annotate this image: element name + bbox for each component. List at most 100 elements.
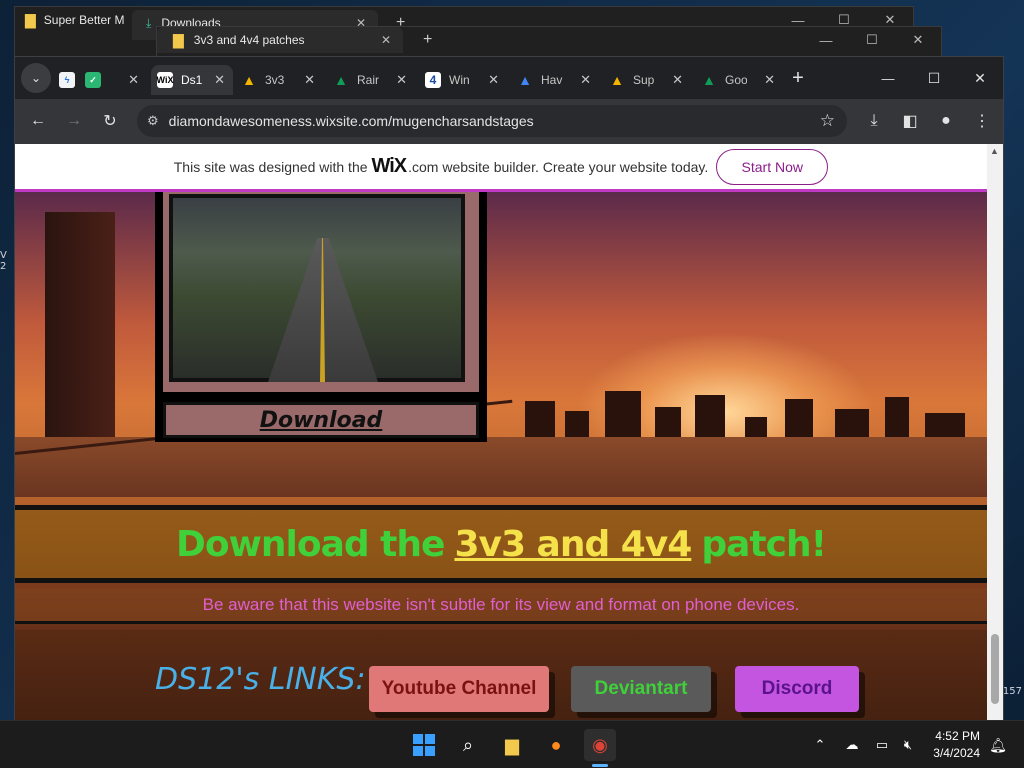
warning-text: Be aware that this website isn't subtle … [202, 594, 800, 614]
new-tab-button[interactable]: + [783, 63, 813, 93]
onedrive-icon[interactable]: ☁ [836, 729, 868, 761]
forward-arrow-icon[interactable]: → [59, 106, 89, 136]
firefox-icon[interactable]: ● [540, 729, 572, 761]
tab-search-button[interactable]: ⌄ [21, 63, 51, 93]
chrome-icon[interactable]: ◉ [584, 729, 616, 761]
tab-title: Ds1 [181, 73, 203, 87]
system-clock[interactable]: 4:52 PM 3/4/2024 [933, 728, 980, 762]
close-tab-icon[interactable]: ✕ [672, 72, 683, 88]
side-panel-icon[interactable]: ◧ [895, 106, 925, 136]
minimize-button[interactable]: — [803, 27, 849, 53]
download-icon[interactable]: ⤓ [859, 106, 889, 136]
links-section: DS12's LINKS: Youtube Channel Deviantart… [15, 630, 987, 720]
close-button[interactable]: ✕ [965, 63, 995, 93]
checkmark-icon: ✓ [85, 72, 101, 88]
notification-bell-icon[interactable]: 🔔︎ [982, 729, 1014, 761]
close-tab-icon[interactable]: ✕ [580, 72, 591, 88]
links-label: DS12's LINKS: [155, 662, 366, 697]
browser-window: ⌄ ϟ ✓ ✕ WiX Ds1 ✕ ▲ 3v3 ✕ ▲ Rair ✕ 4 Win… [14, 56, 1004, 720]
clock-date: 3/4/2024 [933, 746, 980, 760]
hero-background: Download Download the 3v3 and 4v4 patch!… [15, 192, 987, 720]
reload-icon[interactable]: ↻ [95, 106, 125, 136]
active-app-indicator [592, 764, 608, 767]
bookmark-star-icon[interactable]: ☆ [820, 111, 835, 131]
desktop-edge-text: V 2 [0, 250, 7, 272]
url-text: diamondawesomeness.wixsite.com/mugenchar… [168, 113, 534, 129]
back-arrow-icon[interactable]: ← [23, 106, 53, 136]
tower-silhouette [45, 212, 115, 452]
wix-banner: This site was designed with the WiX .com… [15, 144, 987, 192]
search-icon[interactable]: ⌕ [452, 729, 484, 761]
download-link[interactable]: Download [260, 408, 383, 433]
tab-7[interactable]: ▲ Goo ✕ [701, 65, 783, 95]
bridge-road [15, 437, 987, 497]
tab-4[interactable]: 4 Win ✕ [425, 65, 507, 95]
stage-preview-image[interactable] [169, 194, 465, 382]
scrollbar-thumb[interactable] [991, 634, 999, 704]
scrollbar[interactable]: ▲ [987, 144, 1003, 720]
close-button[interactable]: ✕ [895, 27, 941, 53]
tab-title: Goo [725, 73, 747, 87]
wixstats-icon: ϟ [59, 72, 75, 88]
minimize-button[interactable]: — [873, 63, 903, 93]
close-tab-icon[interactable]: ✕ [488, 72, 499, 88]
google-drive-icon: ▲ [610, 72, 624, 88]
google-drive-icon: ▲ [702, 72, 716, 88]
close-tab-icon[interactable]: ✕ [214, 72, 225, 88]
patch-headline: Download the 3v3 and 4v4 patch! [15, 505, 987, 583]
tab-1-active[interactable]: WiX Ds1 ✕ [151, 65, 233, 95]
window-title: Super Better M [43, 13, 125, 27]
wix-logo: WiX [371, 155, 408, 177]
tab-6[interactable]: ▲ Sup ✕ [609, 65, 691, 95]
folder-icon: ▇ [173, 31, 184, 48]
site-info-icon[interactable]: ⚙ [147, 113, 159, 129]
wix-icon: WiX [157, 72, 173, 88]
stage-preview-card: Download [155, 192, 487, 442]
tab-title: Sup [633, 73, 655, 87]
page-viewport: This site was designed with the WiX .com… [15, 144, 1003, 720]
new-tab-button[interactable]: + [423, 31, 432, 49]
google-drive-icon: ▲ [242, 72, 256, 88]
tab-5[interactable]: ▲ Hav ✕ [517, 65, 599, 95]
google-drive-icon: ▲ [518, 72, 532, 88]
profile-avatar-icon[interactable]: ● [931, 106, 961, 136]
discord-button[interactable]: Discord [735, 666, 859, 712]
tab-title: Hav [541, 73, 563, 87]
tab-2[interactable]: ▲ 3v3 ✕ [241, 65, 323, 95]
file-explorer-icon[interactable]: ▆ [496, 729, 528, 761]
chevron-up-icon[interactable]: ⌃ [804, 729, 836, 761]
address-bar[interactable]: ⚙ diamondawesomeness.wixsite.com/mugench… [137, 105, 847, 137]
download-box: Download [163, 402, 479, 438]
close-icon[interactable]: ✕ [381, 33, 391, 47]
headline-text-end: patch! [701, 523, 827, 565]
close-tab-icon[interactable]: ✕ [128, 72, 139, 88]
tab-title: Rair [357, 73, 379, 87]
wix-banner-text: This site was designed with the [173, 158, 368, 175]
tab-title: 3v3 and 4v4 patches [193, 33, 305, 47]
windows-start-icon[interactable] [408, 729, 440, 761]
taskbar: ⌕ ▆ ● ◉ ⌃ ☁ ▭ 🔇︎ 4:52 PM 3/4/2024 🔔︎ [0, 720, 1024, 768]
clock-time: 4:52 PM [935, 729, 980, 743]
deviantart-button[interactable]: Deviantart [571, 666, 711, 712]
patch-link[interactable]: 3v3 and 4v4 [454, 524, 692, 565]
menu-kebab-icon[interactable]: ⋮ [967, 106, 997, 136]
maximize-button[interactable]: ☐ [849, 27, 895, 53]
wix-banner-text-2: .com website builder. Create your websit… [408, 158, 709, 175]
volume-muted-icon[interactable]: 🔇︎ [892, 729, 924, 761]
scroll-up-icon[interactable]: ▲ [990, 146, 999, 156]
youtube-channel-button[interactable]: Youtube Channel [369, 666, 549, 712]
tab-3[interactable]: ▲ Rair ✕ [333, 65, 415, 95]
close-tab-icon[interactable]: ✕ [764, 72, 775, 88]
tab-strip: ⌄ ϟ ✓ ✕ WiX Ds1 ✕ ▲ 3v3 ✕ ▲ Rair ✕ 4 Win… [15, 57, 1003, 99]
headline-text: Download the [176, 523, 445, 565]
google-drive-icon: ▲ [334, 72, 348, 88]
tab-title: Win [449, 73, 470, 87]
maximize-button[interactable]: ☐ [919, 63, 949, 93]
close-tab-icon[interactable]: ✕ [304, 72, 315, 88]
start-now-button[interactable]: Start Now [716, 148, 829, 185]
browser-toolbar: ← → ↻ ⚙ diamondawesomeness.wixsite.com/m… [15, 99, 1003, 144]
folder-icon: ▇ [25, 11, 36, 28]
close-tab-icon[interactable]: ✕ [396, 72, 407, 88]
mugen-4-icon: 4 [425, 72, 441, 88]
tab-0[interactable]: ϟ ✓ ✕ [59, 65, 147, 95]
